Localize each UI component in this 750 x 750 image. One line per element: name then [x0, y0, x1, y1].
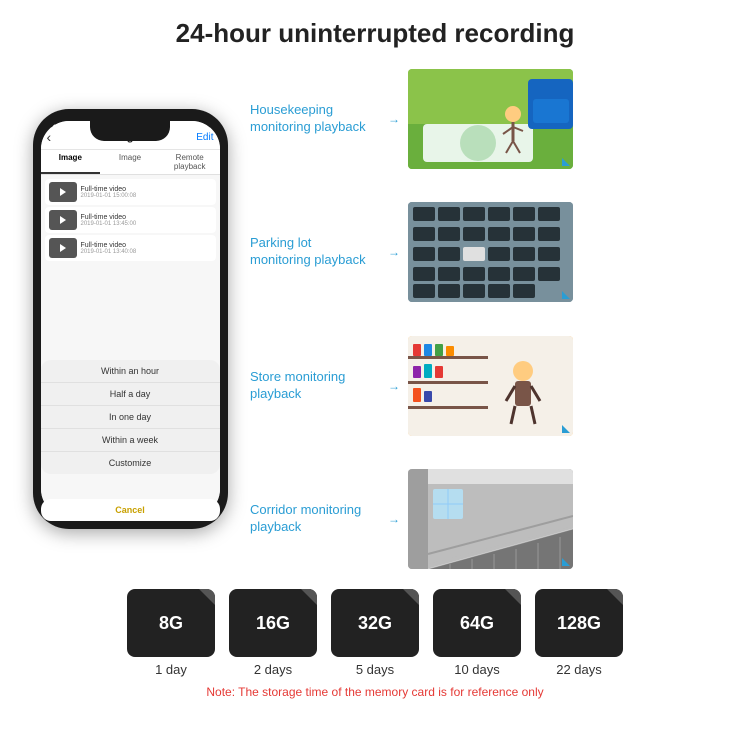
phone-container: 11:44 ‹ Image Edit Image Image Remote pl…: [20, 59, 240, 579]
monitoring-img-store: [408, 336, 573, 436]
list-date: 2019-01-01 15:00:08: [81, 193, 212, 199]
sd-card-16g: 16G: [229, 589, 317, 657]
list-date: 2019-01-01 13:45:00: [81, 221, 212, 227]
storage-card-64g: 64G 10 days: [433, 589, 521, 677]
list-info: Full-time video 2019-01-01 13:45:00: [81, 214, 212, 227]
phone-notch: [90, 121, 170, 141]
sd-card-64g: 64G: [433, 589, 521, 657]
back-arrow[interactable]: ‹: [47, 129, 52, 145]
arrow-icon-parking: →: [388, 245, 400, 259]
dropdown-overlay: Within an hour Half a day In one day Wit…: [41, 360, 220, 474]
arrow-icon-corridor: →: [388, 512, 400, 526]
monitoring-housekeeping: Housekeepingmonitoring playback →: [250, 69, 730, 169]
page-title: 24-hour uninterrupted recording: [0, 18, 750, 49]
list-title: Full-time video: [81, 186, 212, 193]
monitoring-corridor: Corridor monitoringplayback →: [250, 469, 730, 569]
monitoring-label-corridor: Corridor monitoringplayback: [250, 502, 380, 536]
monitoring-img-housekeeping: [408, 69, 573, 169]
edit-button[interactable]: Edit: [196, 132, 213, 143]
monitoring-label-store: Store monitoringplayback: [250, 369, 380, 403]
storage-card-16g: 16G 2 days: [229, 589, 317, 677]
monitoring-img-corridor: [408, 469, 573, 569]
sd-label-64g: 64G: [460, 613, 494, 634]
corner-arrow-parking: [562, 291, 570, 299]
list-date: 2019-01-01 13:40:08: [81, 249, 212, 255]
sd-card-8g: 8G: [127, 589, 215, 657]
monitoring-store: Store monitoringplayback →: [250, 336, 730, 436]
monitoring-label-housekeeping: Housekeepingmonitoring playback: [250, 102, 380, 136]
phone-time: 11:44: [53, 123, 76, 133]
parking-svg: [408, 202, 573, 302]
corner-arrow-store: [562, 425, 570, 433]
list-thumb: [49, 238, 77, 258]
list-title: Full-time video: [81, 242, 212, 249]
play-icon: [60, 244, 66, 252]
page-header: 24-hour uninterrupted recording: [0, 0, 750, 59]
phone-mockup: 11:44 ‹ Image Edit Image Image Remote pl…: [33, 109, 228, 529]
tab-image2[interactable]: Image: [100, 150, 160, 174]
sd-label-128g: 128G: [557, 613, 601, 634]
storage-section: 8G 1 day 16G 2 days 32G 5 days 64G 10 da…: [0, 579, 750, 703]
sd-label-32g: 32G: [358, 613, 392, 634]
main-section: 11:44 ‹ Image Edit Image Image Remote pl…: [0, 59, 750, 579]
housekeeping-svg: [408, 69, 573, 169]
dropdown-item-one-day[interactable]: In one day: [41, 406, 220, 429]
storage-days-32g: 5 days: [356, 662, 394, 677]
tab-image[interactable]: Image: [41, 150, 101, 174]
list-item: Full-time video 2019-01-01 13:40:08: [45, 235, 216, 261]
corridor-svg: [408, 469, 573, 569]
sd-label-8g: 8G: [159, 613, 183, 634]
phone-screen: ‹ Image Edit Image Image Remote playback…: [41, 121, 220, 517]
list-item: Full-time video 2019-01-01 15:00:08: [45, 179, 216, 205]
dropdown-item-half-day[interactable]: Half a day: [41, 383, 220, 406]
storage-days-64g: 10 days: [454, 662, 500, 677]
arrow-icon-housekeeping: →: [388, 112, 400, 126]
sd-label-16g: 16G: [256, 613, 290, 634]
store-svg: [408, 336, 573, 436]
dropdown-item-week[interactable]: Within a week: [41, 429, 220, 452]
corner-arrow-corridor: [562, 558, 570, 566]
tab-remote-playback[interactable]: Remote playback: [160, 150, 220, 174]
storage-card-128g: 128G 22 days: [535, 589, 623, 677]
sd-card-32g: 32G: [331, 589, 419, 657]
monitoring-label-parking: Parking lotmonitoring playback: [250, 235, 380, 269]
storage-cards: 8G 1 day 16G 2 days 32G 5 days 64G 10 da…: [127, 589, 623, 677]
monitoring-img-parking: [408, 202, 573, 302]
storage-days-128g: 22 days: [556, 662, 602, 677]
storage-card-32g: 32G 5 days: [331, 589, 419, 677]
monitoring-parking: Parking lotmonitoring playback →: [250, 202, 730, 302]
play-icon: [60, 216, 66, 224]
screen-tabs: Image Image Remote playback: [41, 150, 220, 175]
list-item: Full-time video 2019-01-01 13:45:00: [45, 207, 216, 233]
dropdown-cancel-button[interactable]: Cancel: [41, 499, 220, 517]
play-icon: [60, 188, 66, 196]
dropdown-item-customize[interactable]: Customize: [41, 452, 220, 474]
list-info: Full-time video 2019-01-01 13:40:08: [81, 242, 212, 255]
storage-days-16g: 2 days: [254, 662, 292, 677]
storage-note: Note: The storage time of the memory car…: [206, 685, 543, 699]
list-title: Full-time video: [81, 214, 212, 221]
list-thumb: [49, 182, 77, 202]
corner-arrow-housekeeping: [562, 158, 570, 166]
storage-card-8g: 8G 1 day: [127, 589, 215, 677]
sd-card-128g: 128G: [535, 589, 623, 657]
list-info: Full-time video 2019-01-01 15:00:08: [81, 186, 212, 199]
arrow-icon-store: →: [388, 379, 400, 393]
storage-days-8g: 1 day: [155, 662, 187, 677]
right-section: Housekeepingmonitoring playback →: [250, 59, 730, 579]
dropdown-item-within-hour[interactable]: Within an hour: [41, 360, 220, 383]
list-thumb: [49, 210, 77, 230]
